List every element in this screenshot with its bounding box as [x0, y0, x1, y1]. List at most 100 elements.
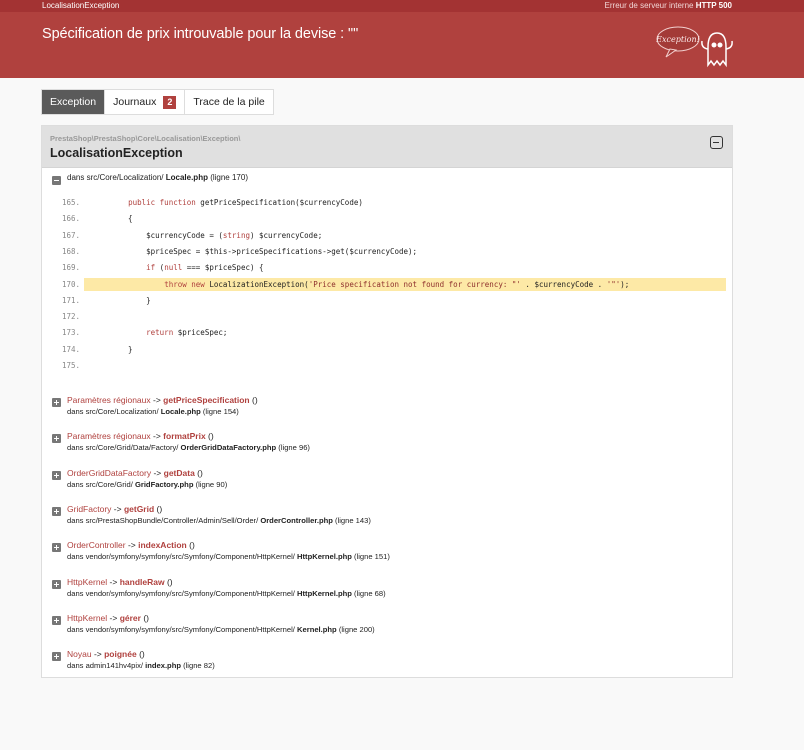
stack-frame[interactable]: Noyau -> poignée () dans admin141hv4pix/ … — [42, 648, 734, 678]
frame-class: GridFactory — [67, 503, 112, 514]
frame-path: dans vendor/symfony/symfony/src/Symfony/… — [67, 552, 298, 562]
frame-location: dans src/PrestaShopBundle/Controller/Adm… — [67, 516, 371, 525]
tab-logs[interactable]: Journaux 2 — [105, 90, 186, 114]
exception-class: LocalisationException — [50, 146, 183, 160]
expand-frame-icon[interactable] — [52, 470, 61, 480]
frame-path: dans src/Core/Grid/ — [67, 479, 135, 489]
line-source: } — [110, 344, 133, 354]
expand-frame-icon[interactable] — [52, 579, 61, 589]
frame-method: handleRaw — [119, 576, 165, 587]
code-line: 169. if (null === $priceSpec) { — [42, 261, 734, 274]
line-number: 173. — [61, 328, 80, 338]
tab-exception[interactable]: Exception — [42, 90, 106, 114]
line-source: return $priceSpec; — [146, 328, 228, 338]
expand-frame-icon[interactable] — [52, 652, 61, 662]
frame-class: OrderController — [67, 540, 126, 551]
frame-arrow: -> — [111, 503, 124, 514]
frame-args: () — [205, 431, 214, 442]
frame-location: dans vendor/symfony/symfony/src/Symfony/… — [67, 589, 386, 598]
expand-frame-icon[interactable] — [52, 543, 61, 553]
stack-frame[interactable]: HttpKernel -> gérer () dans vendor/symfon… — [42, 612, 734, 642]
stack-frame[interactable]: OrderGridDataFactory -> getData () dans s… — [42, 467, 734, 497]
exception-location: dans src/Core/Localization/ Locale.php (… — [67, 173, 248, 182]
exception-header: PrestaShop\PrestaShop\Core\Localisation\… — [42, 126, 732, 168]
frame-location: dans src/Core/Localization/ Locale.php (… — [67, 407, 239, 416]
frame-method: getGrid — [123, 503, 155, 514]
frame-method: getPriceSpecification — [163, 395, 250, 405]
stack-frame[interactable]: GridFactory -> getGrid () dans src/Presta… — [42, 503, 734, 533]
line-number: 168. — [61, 246, 80, 256]
line-source: if (null === $priceSpec) { — [146, 263, 264, 273]
frame-path: dans src/Core/Grid/Data/Factory/ — [67, 443, 181, 453]
expand-frame-icon[interactable] — [52, 615, 61, 625]
frame-arrow: -> — [150, 395, 164, 405]
frame-location: dans vendor/symfony/symfony/src/Symfony/… — [67, 625, 375, 634]
frame-args: () — [249, 395, 258, 405]
top-status-bar: LocalisationException Erreur de serveur … — [0, 0, 804, 12]
frame-location: dans vendor/symfony/symfony/src/Symfony/… — [67, 552, 390, 561]
frame-arrow: -> — [125, 540, 139, 551]
collapse-frame-icon[interactable] — [52, 176, 61, 185]
code-line: 172. — [42, 310, 734, 323]
code-line: 174. } — [42, 343, 734, 356]
frame-method: indexAction — [138, 540, 187, 551]
stack-frame[interactable]: HttpKernel -> handleRaw () dans vendor/sy… — [42, 576, 734, 606]
frame-class: OrderGridDataFactory — [67, 467, 152, 478]
frame-line: (ligne 68) — [351, 588, 386, 598]
code-line: 168. $priceSpec = $this->priceSpecificat… — [42, 245, 734, 258]
exception-name: LocalisationException — [42, 1, 120, 10]
frame-arrow: -> — [107, 576, 120, 587]
expand-frame-icon[interactable] — [52, 434, 61, 444]
frame-class: Paramètres régionaux — [67, 431, 151, 442]
frame-file: OrderController.php — [260, 515, 333, 525]
frame-args: () — [140, 612, 149, 623]
frame-line: (ligne 96) — [276, 443, 310, 453]
stack-frame[interactable]: Paramètres régionaux -> getPriceSpecific… — [42, 394, 734, 424]
ghost-mascot-icon: Exception! — [656, 26, 733, 68]
frame-arrow: -> — [91, 649, 105, 660]
frame-call: Paramètres régionaux -> formatPrix () — [67, 431, 214, 441]
frame-call: HttpKernel -> gérer () — [67, 613, 149, 623]
code-line: 165. public function getPriceSpecificati… — [42, 196, 734, 209]
frame-path: dans src/Core/Localization/ — [67, 407, 161, 416]
http-status: Erreur de serveur interne HTTP 500 — [604, 1, 732, 10]
frame-file: OrderGridDataFactory.php — [180, 443, 277, 453]
line-number: 170. — [61, 279, 80, 289]
frame-location: dans src/Core/Grid/Data/Factory/ OrderGr… — [67, 443, 310, 452]
frame-class: Paramètres régionaux — [67, 395, 151, 405]
stack-frame[interactable]: Paramètres régionaux -> formatPrix () dan… — [42, 430, 734, 460]
stack-frame[interactable]: OrderController -> indexAction () dans ve… — [42, 539, 734, 569]
frame-call: Noyau -> poignée () — [67, 649, 145, 659]
frame-call: OrderGridDataFactory -> getData () — [67, 468, 203, 478]
line-number: 169. — [61, 263, 80, 273]
page-title: Spécification de prix introuvable pour l… — [42, 26, 359, 42]
frame-call: Paramètres régionaux -> getPriceSpecific… — [67, 395, 258, 405]
line-number: 167. — [61, 230, 80, 240]
frame-method: getData — [163, 467, 195, 478]
line-source: $currencyCode = (string) $currencyCode; — [110, 230, 323, 240]
frame-line: (ligne 200) — [336, 624, 375, 634]
frame-args: () — [186, 540, 195, 551]
frame-method: formatPrix — [163, 431, 206, 442]
line-number: 166. — [61, 214, 80, 224]
frame-path: dans admin141hv4pix/ — [67, 661, 146, 671]
line-source: throw new LocalizationException('Price s… — [164, 279, 630, 289]
frame-file: HttpKernel.php — [297, 552, 352, 562]
expand-frame-icon[interactable] — [52, 506, 61, 516]
code-line-error: 170. throw new LocalizationException('Pr… — [42, 277, 734, 291]
frame-class: Noyau — [67, 649, 92, 660]
frame-args: () — [154, 503, 163, 514]
frame-method: poignée — [104, 649, 137, 660]
expand-frame-icon[interactable] — [52, 398, 61, 407]
line-number: 171. — [61, 295, 80, 305]
code-line: 175. — [42, 359, 734, 372]
exception-namespace: PrestaShop\PrestaShop\Core\Localisation\… — [50, 134, 241, 143]
frame-line: (ligne 90) — [193, 479, 228, 489]
frame-call: OrderController -> indexAction () — [67, 540, 195, 550]
frame-line: (ligne 151) — [351, 552, 390, 562]
frame-path: dans vendor/symfony/symfony/src/Symfony/… — [67, 624, 298, 634]
line-source: } — [110, 295, 151, 305]
collapse-toggle-icon[interactable] — [710, 136, 723, 149]
tab-stack-trace[interactable]: Trace de la pile — [185, 90, 272, 114]
frame-class: HttpKernel — [67, 612, 108, 623]
